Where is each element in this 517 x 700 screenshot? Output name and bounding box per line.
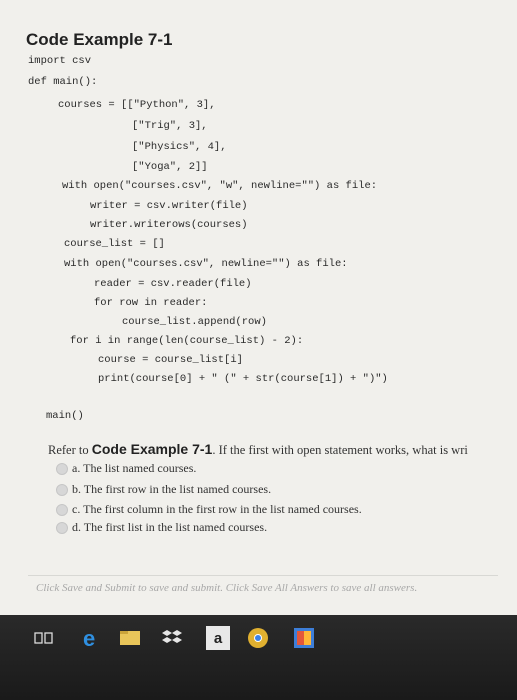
code-line: writer.writerows(courses) xyxy=(90,219,248,231)
code-line: courses = [["Python", 3], xyxy=(58,99,216,111)
code-example-title: Code Example 7-1 xyxy=(26,30,173,49)
option-d[interactable]: d. The first list in the list named cour… xyxy=(56,520,267,535)
option-a-label: a. The list named courses. xyxy=(72,461,197,475)
question-reference: Code Example 7-1 xyxy=(91,441,213,457)
code-line: with open("courses.csv", "w", newline=""… xyxy=(62,180,378,192)
edge-icon[interactable]: e xyxy=(80,626,104,650)
instructions-footer: Click Save and Submit to save and submit… xyxy=(36,582,418,594)
code-line: def main(): xyxy=(28,76,98,88)
code-line: course_list.append(row) xyxy=(122,316,267,328)
quiz-page: Code Example 7-1 import csv def main(): co… xyxy=(0,0,517,615)
windows-taskbar: e a xyxy=(0,615,517,700)
option-c-label: c. The first column in the first row in … xyxy=(72,502,362,516)
radio-button-b[interactable] xyxy=(56,483,68,496)
code-line: print(course[0] + " (" + str(course[1]) … xyxy=(98,373,388,385)
code-line: reader = csv.reader(file) xyxy=(94,278,252,290)
amazon-icon[interactable]: a xyxy=(206,626,230,650)
question-prefix: Refer to xyxy=(48,443,92,457)
radio-button-c[interactable] xyxy=(56,503,68,516)
question-text: Refer to Code Example 7-1. If the first … xyxy=(48,441,517,458)
option-d-label: d. The first list in the list named cour… xyxy=(72,520,268,534)
divider xyxy=(28,575,498,576)
option-b[interactable]: b. The first row in the list named cours… xyxy=(56,482,271,497)
office-icon[interactable] xyxy=(292,626,316,650)
option-a[interactable]: a. The list named courses. xyxy=(56,461,196,476)
svg-text:e: e xyxy=(83,627,95,649)
task-view-icon[interactable] xyxy=(32,626,56,650)
code-line: ["Physics", 4], xyxy=(132,141,227,153)
radio-button-d[interactable] xyxy=(56,521,68,534)
file-explorer-icon[interactable] xyxy=(118,626,142,650)
code-line: for i in range(len(course_list) - 2): xyxy=(70,335,304,347)
question-body: . If the first with open statement works… xyxy=(212,443,468,457)
code-line: ["Yoga", 2]] xyxy=(132,161,208,173)
option-c[interactable]: c. The first column in the first row in … xyxy=(56,502,362,517)
code-line: course_list = [] xyxy=(64,238,165,250)
radio-button-a[interactable] xyxy=(56,462,68,475)
code-line: main() xyxy=(46,410,84,422)
code-line: with open("courses.csv", newline="") as … xyxy=(64,258,348,270)
code-line: ["Trig", 3], xyxy=(132,120,208,132)
code-line: import csv xyxy=(28,55,92,67)
chrome-icon[interactable] xyxy=(246,626,270,650)
code-line: writer = csv.writer(file) xyxy=(90,200,248,212)
code-line: course = course_list[i] xyxy=(98,354,243,366)
code-line: for row in reader: xyxy=(94,297,208,309)
option-b-label: b. The first row in the list named cours… xyxy=(72,482,272,496)
dropbox-icon[interactable] xyxy=(160,626,184,650)
